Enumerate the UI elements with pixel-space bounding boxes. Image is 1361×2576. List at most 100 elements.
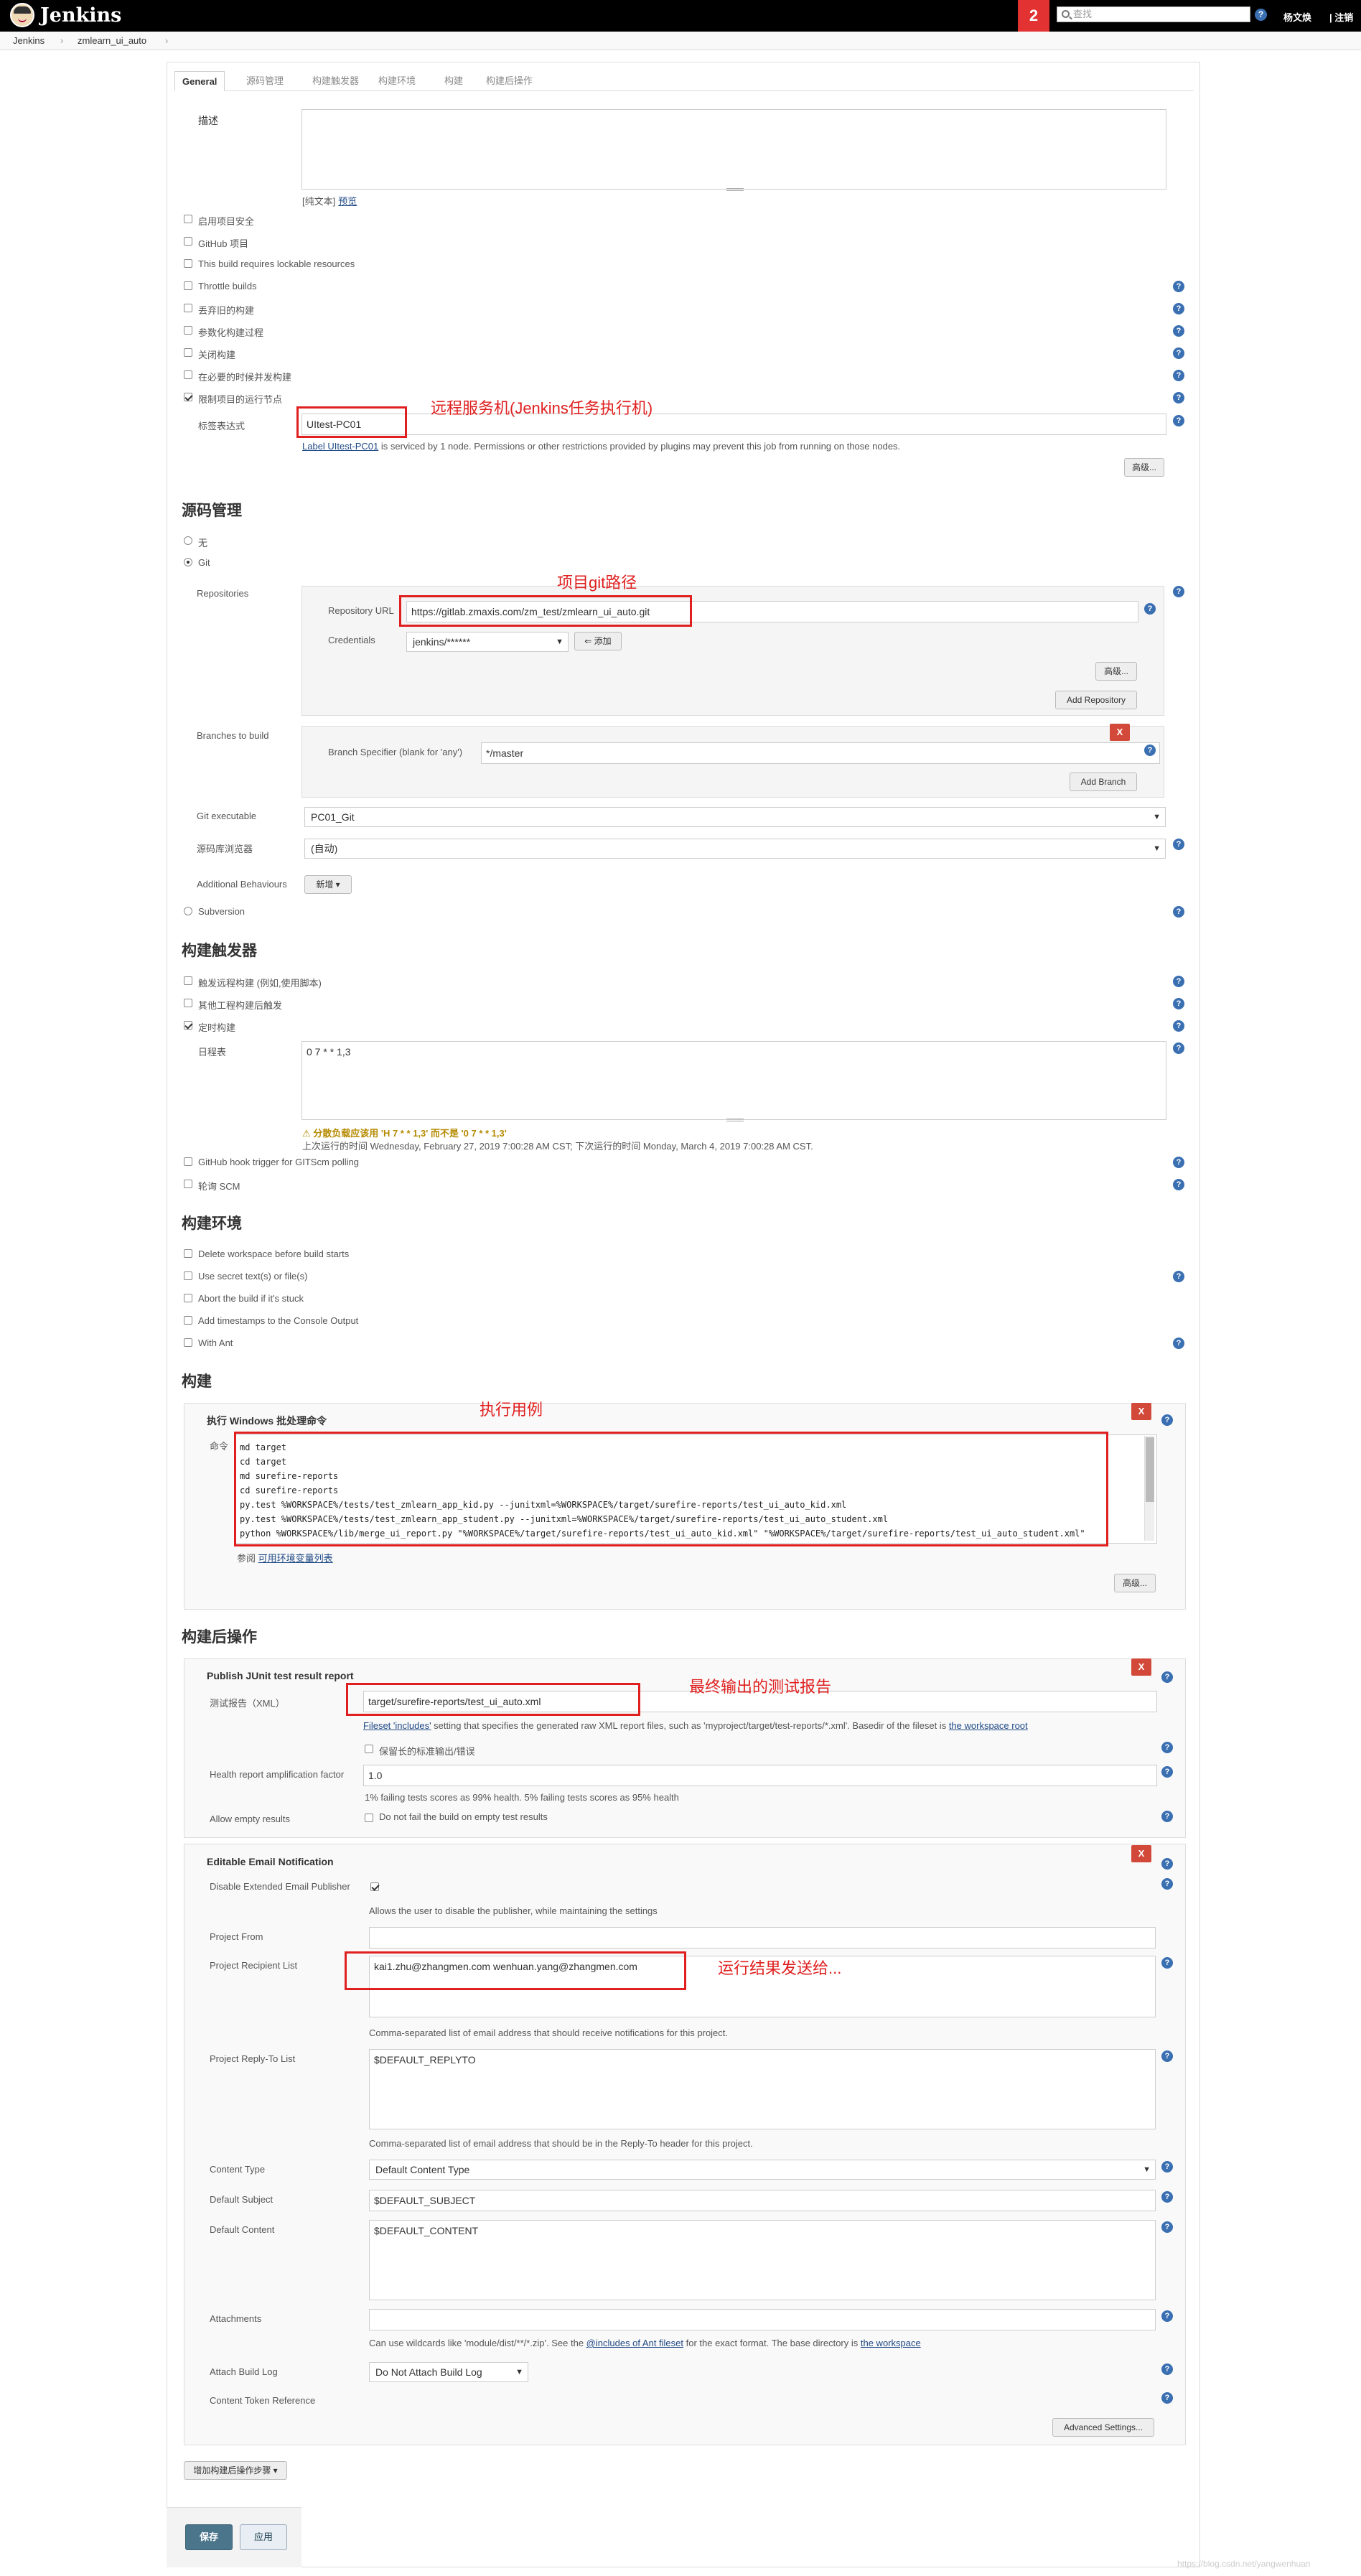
replyto-textarea[interactable]: $DEFAULT_REPLYTO (369, 2049, 1156, 2129)
scrollbar[interactable] (1144, 1436, 1154, 1541)
label-link[interactable]: Label UItest-PC01 (302, 441, 378, 452)
user-link[interactable]: 杨文焕 (1283, 10, 1311, 24)
option-checkbox[interactable] (184, 348, 192, 357)
add-behaviour-button[interactable]: 新增 ▾ (304, 875, 352, 894)
option-checkbox[interactable] (184, 370, 192, 379)
workspace-root-link[interactable]: the workspace root (949, 1720, 1028, 1731)
help-icon[interactable]: ? (1161, 1858, 1173, 1870)
add-credentials-button[interactable]: ⇐ 添加 (574, 632, 622, 650)
credentials-select[interactable]: jenkins/****** ▼ (406, 632, 569, 652)
help-icon[interactable]: ? (1161, 1811, 1173, 1822)
help-icon[interactable]: ? (1161, 2161, 1173, 2173)
trigger-checkbox[interactable] (184, 976, 192, 985)
tab-post-build[interactable]: 构建后操作 (479, 71, 540, 91)
scm-subversion-radio[interactable] (184, 907, 192, 915)
help-icon[interactable]: ? (1161, 2310, 1173, 2322)
keep-stdio-checkbox[interactable] (365, 1745, 373, 1753)
option-checkbox[interactable] (184, 326, 192, 335)
disable-publisher-checkbox[interactable] (370, 1882, 379, 1891)
repo-advanced-button[interactable]: 高级... (1095, 662, 1137, 681)
notification-badge[interactable]: 2 (1018, 0, 1049, 32)
help-icon[interactable]: ? (1173, 1020, 1184, 1032)
tab-build[interactable]: 构建 (437, 71, 470, 91)
env-vars-link[interactable]: 可用环境变量列表 (258, 1553, 333, 1564)
help-icon[interactable]: ? (1173, 1042, 1184, 1054)
ant-fileset-link[interactable]: @includes of Ant fileset (586, 2338, 683, 2348)
help-icon[interactable]: ? (1173, 839, 1184, 850)
git-exe-select[interactable]: PC01_Git ▼ (304, 807, 1166, 827)
allow-empty-checkbox[interactable] (365, 1814, 373, 1822)
breadcrumb-job[interactable]: zmlearn_ui_auto (78, 35, 146, 46)
help-icon[interactable]: ? (1161, 1742, 1173, 1753)
preview-link[interactable]: 预览 (338, 196, 357, 207)
help-icon[interactable]: ? (1173, 976, 1184, 987)
help-icon[interactable]: ? (1173, 392, 1184, 403)
advanced-settings-button[interactable]: Advanced Settings... (1052, 2418, 1154, 2437)
trigger-checkbox[interactable] (184, 1180, 192, 1188)
help-icon[interactable]: ? (1173, 347, 1184, 359)
scrollbar-thumb[interactable] (1146, 1437, 1154, 1502)
build-advanced-button[interactable]: 高级... (1114, 1574, 1156, 1592)
trigger-checkbox[interactable] (184, 1157, 192, 1166)
attach-log-select[interactable]: Do Not Attach Build Log ▼ (369, 2362, 528, 2382)
trigger-checkbox[interactable] (184, 999, 192, 1007)
option-checkbox[interactable] (184, 304, 192, 312)
help-icon[interactable]: ? (1161, 2392, 1173, 2404)
help-icon[interactable]: ? (1173, 1157, 1184, 1168)
help-icon[interactable]: ? (1161, 2221, 1173, 2233)
option-checkbox[interactable] (184, 237, 192, 246)
resize-grip[interactable] (726, 1119, 744, 1121)
default-subject-input[interactable]: $DEFAULT_SUBJECT (369, 2190, 1156, 2211)
option-checkbox[interactable] (184, 281, 192, 290)
schedule-checkbox[interactable] (184, 1021, 192, 1030)
project-from-input[interactable] (369, 1927, 1156, 1949)
help-icon[interactable]: ? (1161, 2191, 1173, 2203)
breadcrumb-jenkins[interactable]: Jenkins (13, 35, 45, 46)
delete-build-step-button[interactable]: X (1131, 1403, 1151, 1420)
logout-link[interactable]: | 注销 (1329, 10, 1353, 24)
help-icon[interactable]: ? (1161, 1878, 1173, 1890)
help-icon[interactable]: ? (1173, 325, 1184, 337)
delete-email-button[interactable]: X (1131, 1845, 1151, 1862)
default-content-textarea[interactable]: $DEFAULT_CONTENT (369, 2220, 1156, 2300)
tab-triggers[interactable]: 构建触发器 (305, 71, 366, 91)
search-input[interactable]: 查找 (1057, 6, 1250, 22)
schedule-textarea[interactable]: 0 7 * * 1,3 (301, 1041, 1166, 1120)
help-icon[interactable]: ? (1173, 1338, 1184, 1349)
attachments-input[interactable] (369, 2309, 1156, 2330)
help-icon[interactable]: ? (1161, 1766, 1173, 1778)
help-icon[interactable]: ? (1161, 2050, 1173, 2062)
help-icon[interactable]: ? (1161, 1414, 1173, 1426)
apply-button[interactable]: 应用 (240, 2524, 287, 2550)
env-checkbox[interactable] (184, 1338, 192, 1347)
help-icon[interactable]: ? (1173, 303, 1184, 314)
tab-general[interactable]: General (174, 71, 225, 91)
add-post-step-button[interactable]: 增加构建后操作步骤 ▾ (184, 2461, 287, 2480)
jenkins-logo[interactable]: Jenkins (10, 3, 121, 27)
option-checkbox[interactable] (184, 259, 192, 268)
help-icon[interactable]: ? (1161, 1957, 1173, 1969)
branch-spec-input[interactable]: */master (481, 742, 1160, 764)
add-branch-button[interactable]: Add Branch (1070, 773, 1137, 791)
help-icon[interactable]: ? (1173, 586, 1184, 597)
health-factor-input[interactable]: 1.0 (363, 1765, 1157, 1786)
tab-scm[interactable]: 源码管理 (239, 71, 291, 91)
help-icon[interactable]: ? (1144, 745, 1156, 756)
help-icon[interactable]: ? (1255, 9, 1267, 21)
env-checkbox[interactable] (184, 1316, 192, 1325)
help-icon[interactable]: ? (1173, 998, 1184, 1009)
description-textarea[interactable] (301, 109, 1166, 190)
help-icon[interactable]: ? (1173, 906, 1184, 918)
help-icon[interactable]: ? (1144, 603, 1156, 615)
resize-grip[interactable] (726, 188, 744, 191)
delete-branch-button[interactable]: X (1110, 724, 1130, 741)
help-icon[interactable]: ? (1161, 1671, 1173, 1683)
add-repository-button[interactable]: Add Repository (1055, 691, 1137, 709)
help-icon[interactable]: ? (1173, 415, 1184, 426)
scm-none-radio[interactable] (184, 536, 192, 545)
help-icon[interactable]: ? (1173, 281, 1184, 292)
help-icon[interactable]: ? (1161, 2363, 1173, 2375)
fileset-link[interactable]: Fileset 'includes' (363, 1720, 431, 1731)
env-checkbox[interactable] (184, 1249, 192, 1258)
content-type-select[interactable]: Default Content Type ▼ (369, 2160, 1156, 2180)
